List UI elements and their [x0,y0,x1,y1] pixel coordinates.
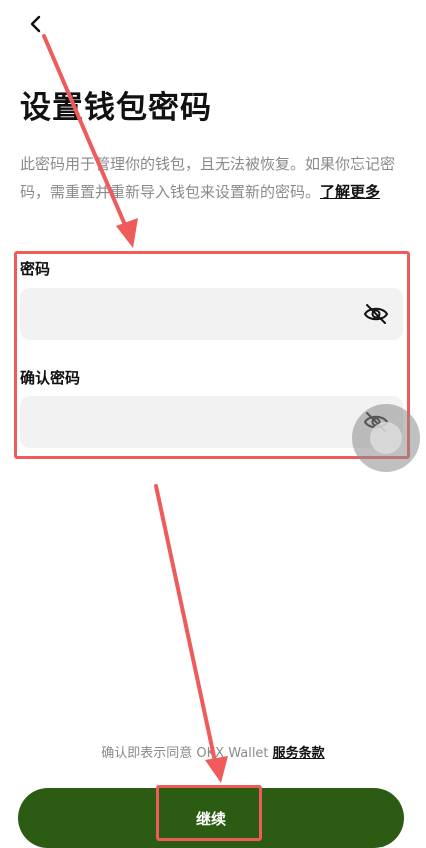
continue-button[interactable]: 继续 [18,788,404,848]
eye-off-icon[interactable] [363,301,389,327]
page-title: 设置钱包密码 [20,90,212,126]
terms-prefix: 确认即表示同意 OKX Wallet [101,746,273,761]
password-input[interactable] [20,288,350,340]
confirm-password-input[interactable] [20,396,350,448]
eye-off-icon[interactable] [363,409,389,435]
password-label: 密码 [20,260,51,278]
confirm-password-field-container [20,396,403,448]
page-description: 此密码用于管理你的钱包，且无法被恢复。如果你忘记密码，需重置并重新导入钱包来设置… [20,150,405,206]
arrow-to-form [42,34,138,248]
arrow-to-continue [154,484,228,783]
password-field-container [20,288,403,340]
learn-more-link[interactable]: 了解更多 [320,183,380,201]
back-button[interactable] [22,10,50,38]
terms-notice: 确认即表示同意 OKX Wallet 服务条款 [0,742,426,761]
chevron-left-icon [30,15,41,33]
terms-of-service-link[interactable]: 服务条款 [273,746,325,761]
confirm-password-label: 确认密码 [20,369,81,387]
